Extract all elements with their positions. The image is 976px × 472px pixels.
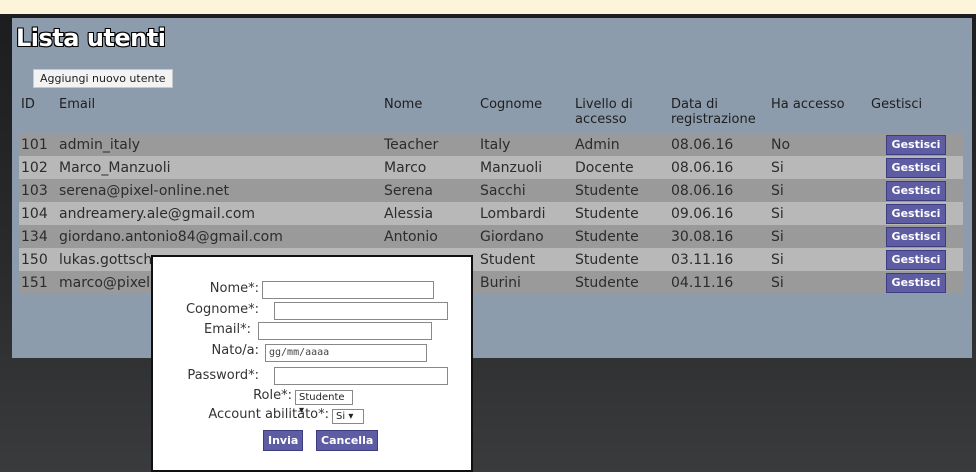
nato-label: Nato/a: [211,343,259,358]
cell-id: 102 [19,156,57,179]
cell-cognome: Burini [478,271,573,294]
table-row: 102 Marco_Manzuoli Marco Manzuoli Docent… [19,156,963,179]
cell-nome: Teacher [382,133,478,156]
chevron-down-icon: ▾ [348,411,354,422]
table-row: 134 giordano.antonio84@gmail.com Antonio… [19,225,963,248]
cell-email: giordano.antonio84@gmail.com [57,225,382,248]
col-header-livello: Livello di accesso [573,93,669,133]
password-input[interactable] [274,367,448,385]
col-header-data: Data di registrazione [669,93,769,133]
nome-label: Nome*: [209,281,259,296]
gestisci-button[interactable]: Gestisci [885,226,947,247]
cell-nome: Serena [382,179,478,202]
add-user-button[interactable]: Aggiungi nuovo utente [33,69,173,88]
cognome-label: Cognome*: [185,302,259,317]
cell-accesso: Si [769,271,869,294]
nato-input[interactable]: gg/mm/aaaa [265,344,427,362]
cell-data: 09.06.16 [669,202,769,225]
cell-livello: Studente [573,179,669,202]
col-header-cognome: Cognome [478,93,573,133]
cell-livello: Studente [573,202,669,225]
cell-cognome: Manzuoli [478,156,573,179]
page-title: Lista utenti [16,24,166,52]
gestisci-button[interactable]: Gestisci [885,249,947,270]
cell-data: 08.06.16 [669,133,769,156]
role-value: Studente [299,392,345,403]
cell-nome: Alessia [382,202,478,225]
cell-cognome: Sacchi [478,179,573,202]
cell-gestisci: Gestisci [869,202,963,225]
cancel-button[interactable]: Cancella [316,430,379,451]
cell-data: 08.06.16 [669,156,769,179]
cell-id: 103 [19,179,57,202]
cell-id: 104 [19,202,57,225]
cell-nome: Marco [382,156,478,179]
col-header-accesso: Ha accesso [769,93,869,133]
cell-gestisci: Gestisci [869,133,963,156]
account-select[interactable]: Si ▾ [332,409,364,424]
cell-gestisci: Gestisci [869,271,963,294]
new-user-form-modal: Nome*: Cognome*: Email*: Nato/a: gg/mm/a… [151,255,473,472]
cell-livello: Studente [573,271,669,294]
cell-gestisci: Gestisci [869,248,963,271]
cell-data: 04.11.16 [669,271,769,294]
email-label: Email*: [204,322,251,337]
cell-livello: Admin [573,133,669,156]
table-row: 101 admin_italy Teacher Italy Admin 08.0… [19,133,963,156]
table-row: 103 serena@pixel-online.net Serena Sacch… [19,179,963,202]
cell-cognome: Italy [478,133,573,156]
gestisci-button[interactable]: Gestisci [885,180,947,201]
cell-accesso: Si [769,225,869,248]
cell-accesso: Si [769,179,869,202]
cell-cognome: Lombardi [478,202,573,225]
cell-livello: Studente [573,248,669,271]
role-label: Role*: [253,388,292,403]
account-value: Si [336,411,346,422]
password-label: Password*: [187,368,259,383]
cell-accesso: Si [769,202,869,225]
cell-id: 150 [19,248,57,271]
cell-accesso: Si [769,248,869,271]
cell-data: 03.11.16 [669,248,769,271]
cell-gestisci: Gestisci [869,156,963,179]
cell-livello: Docente [573,156,669,179]
cell-livello: Studente [573,225,669,248]
gestisci-button[interactable]: Gestisci [885,272,947,293]
cell-id: 151 [19,271,57,294]
submit-button[interactable]: Invia [263,430,304,451]
cognome-input[interactable] [274,302,448,320]
col-header-id: ID [19,93,57,133]
cell-cognome: Student [478,248,573,271]
account-label: Account abilitato*: [208,407,329,422]
role-select[interactable]: Studente ▾ [295,390,353,416]
cell-data: 30.08.16 [669,225,769,248]
cell-accesso: No [769,133,869,156]
col-header-gestisci: Gestisci [869,93,963,133]
cell-data: 08.06.16 [669,179,769,202]
cell-email: andreamery.ale@gmail.com [57,202,382,225]
table-row: 104 andreamery.ale@gmail.com Alessia Lom… [19,202,963,225]
gestisci-button[interactable]: Gestisci [885,157,947,178]
cell-id: 134 [19,225,57,248]
col-header-nome: Nome [382,93,478,133]
cell-gestisci: Gestisci [869,179,963,202]
cell-email: admin_italy [57,133,382,156]
cell-cognome: Giordano [478,225,573,248]
table-header-row: ID Email Nome Cognome Livello di accesso… [19,93,963,133]
cell-id: 101 [19,133,57,156]
col-header-email: Email [57,93,382,133]
cell-gestisci: Gestisci [869,225,963,248]
nome-input[interactable] [262,281,434,299]
cell-email: Marco_Manzuoli [57,156,382,179]
cell-nome: Antonio [382,225,478,248]
gestisci-button[interactable]: Gestisci [885,203,947,224]
cell-email: serena@pixel-online.net [57,179,382,202]
email-input[interactable] [258,322,432,340]
cell-accesso: Si [769,156,869,179]
gestisci-button[interactable]: Gestisci [885,134,947,155]
